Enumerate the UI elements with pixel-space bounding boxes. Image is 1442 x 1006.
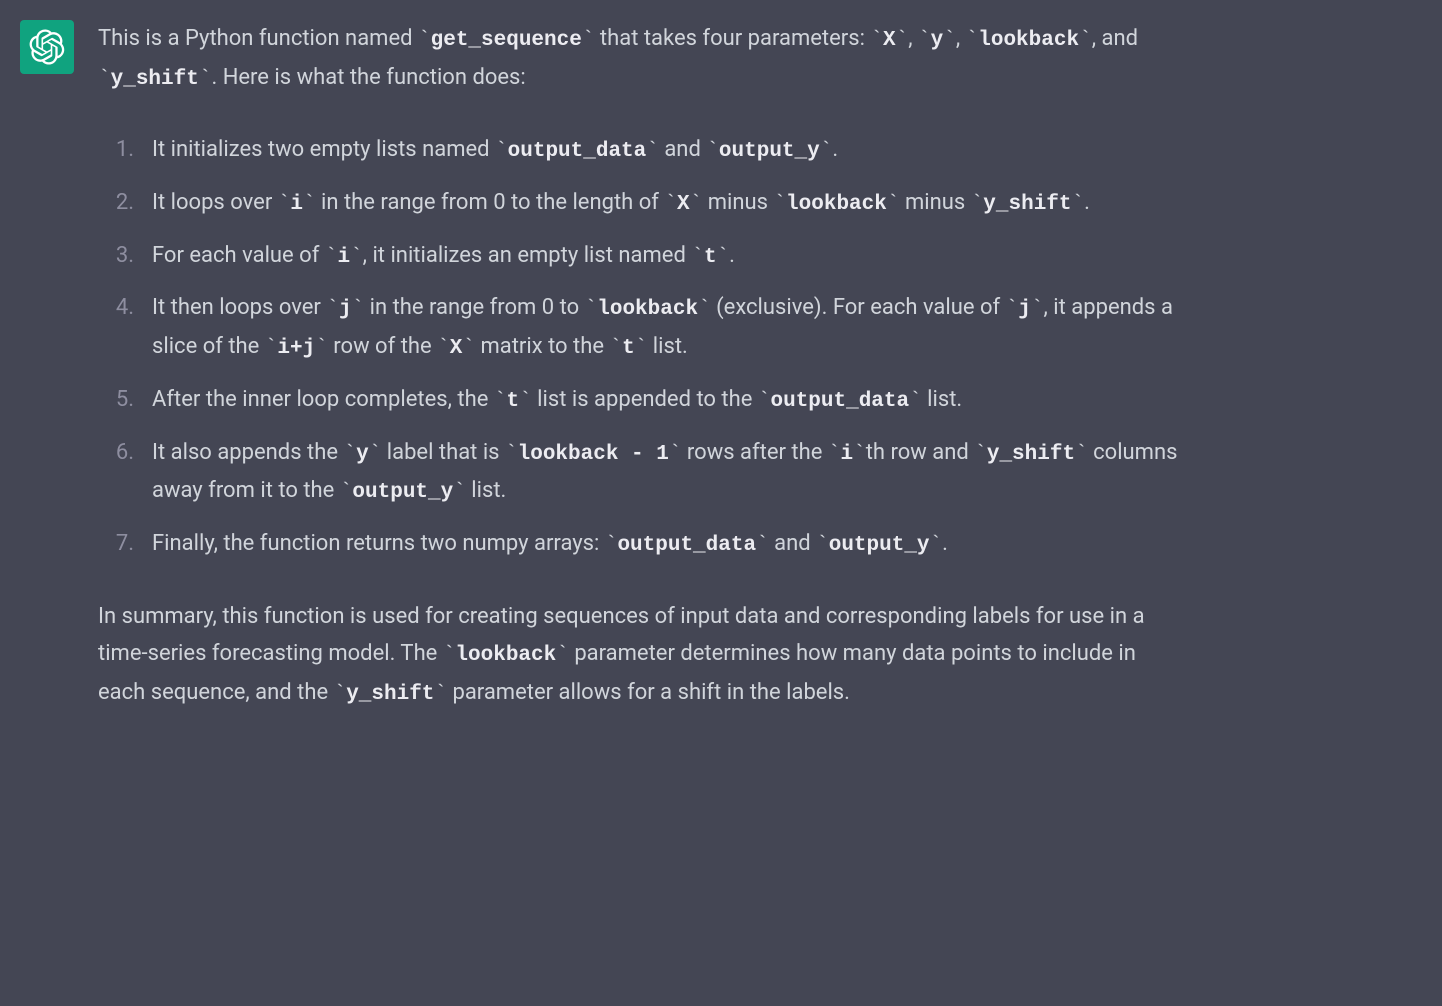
intro-text: This is a Python function named bbox=[98, 26, 418, 51]
intro-text: , bbox=[956, 26, 966, 51]
list-item: It also appends the `y` label that is `l… bbox=[98, 434, 1178, 511]
intro-paragraph: This is a Python function named `get_seq… bbox=[98, 20, 1178, 97]
inline-code: `lookback` bbox=[773, 193, 899, 216]
inline-code: `y_shift` bbox=[98, 68, 211, 91]
text-segment: th row and bbox=[866, 440, 975, 465]
text-segment: rows after the bbox=[681, 440, 827, 465]
list-item: It initializes two empty lists named `ou… bbox=[98, 131, 1178, 170]
text-segment: and bbox=[769, 531, 816, 556]
text-segment: After the inner loop completes, the bbox=[152, 387, 494, 412]
text-segment: It initializes two empty lists named bbox=[152, 137, 495, 162]
text-segment: , it initializes an empty list named bbox=[363, 243, 692, 268]
inline-code: `i` bbox=[325, 246, 363, 269]
inline-code: `j` bbox=[326, 298, 364, 321]
inline-code: `lookback` bbox=[966, 29, 1092, 52]
text-segment: in the range from 0 to bbox=[364, 295, 584, 320]
assistant-avatar bbox=[20, 20, 74, 74]
list-item: It loops over `i` in the range from 0 to… bbox=[98, 184, 1178, 223]
text-segment: It loops over bbox=[152, 190, 278, 215]
inline-code: `y` bbox=[918, 29, 956, 52]
text-segment: in the range from 0 to the length of bbox=[316, 190, 665, 215]
inline-code: `t` bbox=[691, 246, 729, 269]
inline-code: `lookback` bbox=[585, 298, 711, 321]
steps-list: It initializes two empty lists named `ou… bbox=[98, 131, 1178, 563]
text-segment: Finally, the function returns two numpy … bbox=[152, 531, 605, 556]
inline-code: `i` bbox=[828, 443, 866, 466]
text-segment: . bbox=[1084, 190, 1090, 215]
text-segment: row of the bbox=[328, 334, 437, 359]
inline-code: `i+j` bbox=[265, 337, 328, 360]
inline-code: `output_data` bbox=[605, 534, 769, 557]
text-segment: It then loops over bbox=[152, 295, 326, 320]
text-segment: and bbox=[659, 137, 706, 162]
text-segment: minus bbox=[899, 190, 970, 215]
text-segment: minus bbox=[702, 190, 773, 215]
text-segment: It also appends the bbox=[152, 440, 343, 465]
inline-code: `output_data` bbox=[758, 390, 922, 413]
intro-text: that takes four parameters: bbox=[594, 26, 870, 51]
inline-code: `lookback` bbox=[443, 644, 569, 667]
summary-paragraph: In summary, this function is used for cr… bbox=[98, 598, 1178, 713]
assistant-message: This is a Python function named `get_seq… bbox=[0, 0, 1442, 732]
inline-code: `output_y` bbox=[340, 481, 466, 504]
text-segment: list. bbox=[922, 387, 963, 412]
inline-code: `output_data` bbox=[495, 140, 659, 163]
intro-text: , and bbox=[1092, 26, 1138, 51]
inline-code: `X` bbox=[437, 337, 475, 360]
text-segment: (exclusive). For each value of bbox=[711, 295, 1006, 320]
text-segment: . bbox=[942, 531, 948, 556]
inline-code: `output_y` bbox=[816, 534, 942, 557]
text-segment: list. bbox=[647, 334, 688, 359]
inline-code: `y_shift` bbox=[971, 193, 1084, 216]
inline-code: `i` bbox=[278, 193, 316, 216]
inline-code: `y` bbox=[343, 443, 381, 466]
text-segment: . bbox=[729, 243, 735, 268]
chatgpt-logo-icon bbox=[29, 29, 65, 65]
inline-code: `lookback - 1` bbox=[505, 443, 681, 466]
message-content: This is a Python function named `get_seq… bbox=[98, 20, 1218, 712]
text-segment: label that is bbox=[381, 440, 505, 465]
list-item: Finally, the function returns two numpy … bbox=[98, 525, 1178, 564]
text-segment: For each value of bbox=[152, 243, 325, 268]
list-item: It then loops over `j` in the range from… bbox=[98, 289, 1178, 366]
inline-code: `X` bbox=[664, 193, 702, 216]
inline-code: `get_sequence` bbox=[418, 29, 594, 52]
inline-code: `y_shift` bbox=[334, 683, 447, 706]
inline-code: `y_shift` bbox=[974, 443, 1087, 466]
inline-code: `t` bbox=[610, 337, 648, 360]
list-item: After the inner loop completes, the `t` … bbox=[98, 381, 1178, 420]
text-segment: . bbox=[832, 137, 838, 162]
list-item: For each value of `i`, it initializes an… bbox=[98, 237, 1178, 276]
text-segment: list. bbox=[466, 478, 507, 503]
text-segment: parameter allows for a shift in the labe… bbox=[447, 680, 850, 705]
text-segment: list is appended to the bbox=[532, 387, 758, 412]
intro-text: . Here is what the function does: bbox=[211, 65, 525, 90]
inline-code: `X` bbox=[870, 29, 908, 52]
intro-text: , bbox=[908, 26, 918, 51]
text-segment: matrix to the bbox=[475, 334, 610, 359]
inline-code: `j` bbox=[1006, 298, 1044, 321]
inline-code: `output_y` bbox=[706, 140, 832, 163]
inline-code: `t` bbox=[494, 390, 532, 413]
